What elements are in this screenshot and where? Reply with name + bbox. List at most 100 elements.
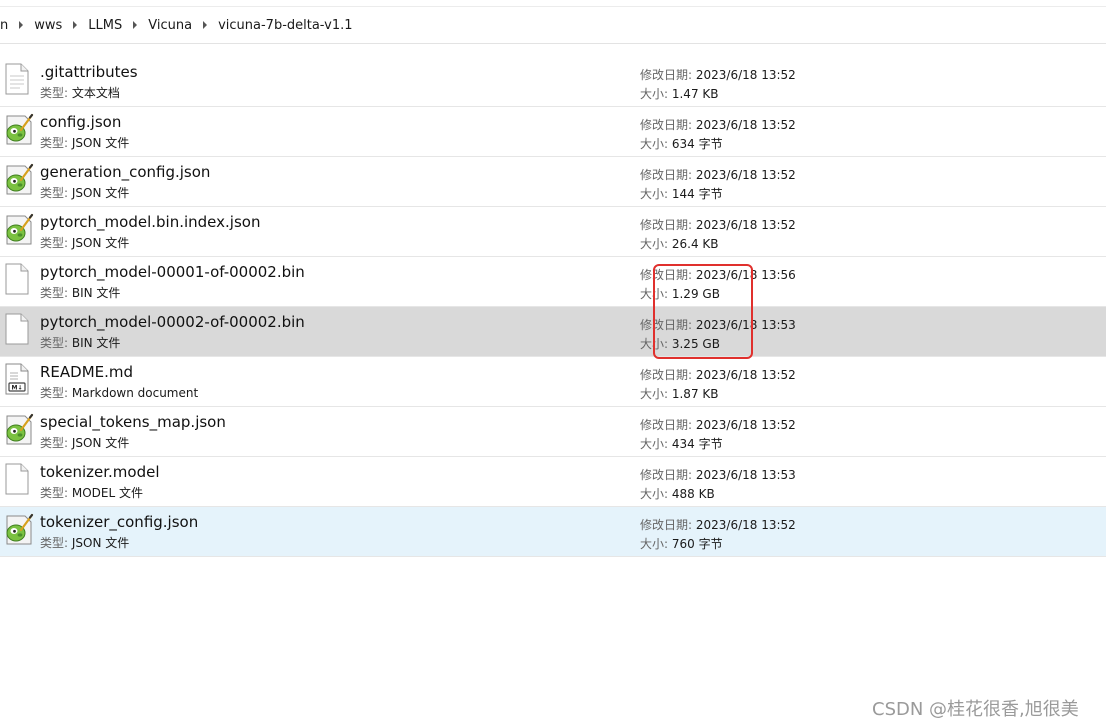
file-row[interactable]: .gitattributes 类型: 文本文档 修改日期: 2023/6/18 13… (0, 57, 1106, 107)
json-notepadpp-icon (4, 213, 34, 245)
file-type-value: JSON 文件 (71, 236, 130, 250)
json-notepadpp-icon (4, 413, 34, 445)
size-value: 1.47 KB (671, 87, 719, 101)
file-explorer-window: n wws LLMS Vicuna vicuna-7b-delta-v1.1 .… (0, 0, 1106, 726)
size-value: 1.87 KB (671, 387, 719, 401)
modified-date-label: 修改日期: (640, 368, 696, 382)
file-name[interactable]: README.md (40, 363, 133, 381)
blank-file-icon (4, 263, 30, 295)
file-name[interactable]: generation_config.json (40, 163, 210, 181)
file-modified-date: 修改日期: 2023/6/18 13:52 (640, 416, 796, 433)
modified-date-value: 2023/6/18 13:52 (695, 168, 796, 182)
markdown-file-icon: M↓ (4, 363, 30, 395)
file-type-label: 类型: (40, 486, 72, 500)
chevron-right-icon[interactable] (203, 21, 208, 29)
file-type-label: 类型: (40, 536, 72, 550)
json-notepadpp-icon (4, 163, 34, 195)
breadcrumb-item-n[interactable]: n (0, 18, 8, 33)
file-type-value: Markdown document (71, 386, 199, 400)
file-type: 类型: JSON 文件 (40, 434, 129, 451)
file-row[interactable]: config.json 类型: JSON 文件 修改日期: 2023/6/18 13… (0, 107, 1106, 157)
file-modified-date: 修改日期: 2023/6/18 13:52 (640, 66, 796, 83)
breadcrumb-item-llms[interactable]: LLMS (88, 18, 122, 33)
file-type-value: 文本文档 (71, 86, 120, 100)
file-name[interactable]: tokenizer.model (40, 463, 159, 481)
file-type-label: 类型: (40, 436, 72, 450)
file-row[interactable]: pytorch_model-00001-of-00002.bin 类型: BIN … (0, 257, 1106, 307)
breadcrumb-item-wws[interactable]: wws (34, 18, 62, 33)
file-row[interactable]: pytorch_model.bin.index.json 类型: JSON 文件 修… (0, 207, 1106, 257)
size-label: 大小: (640, 237, 672, 251)
file-type-label: 类型: (40, 286, 72, 300)
file-type-value: BIN 文件 (71, 336, 121, 350)
modified-date-value: 2023/6/18 13:52 (695, 368, 796, 382)
file-row[interactable]: pytorch_model-00002-of-00002.bin 类型: BIN … (0, 307, 1106, 357)
file-size: 大小: 26.4 KB (640, 235, 719, 252)
file-type-label: 类型: (40, 236, 72, 250)
chevron-right-icon[interactable] (133, 21, 138, 29)
chevron-right-icon[interactable] (19, 21, 24, 29)
svg-text:M↓: M↓ (12, 385, 23, 392)
size-label: 大小: (640, 187, 672, 201)
modified-date-label: 修改日期: (640, 418, 696, 432)
modified-date-value: 2023/6/18 13:52 (695, 518, 796, 532)
file-modified-date: 修改日期: 2023/6/18 13:52 (640, 116, 796, 133)
modified-date-label: 修改日期: (640, 68, 696, 82)
file-type-value: BIN 文件 (71, 286, 121, 300)
file-type: 类型: MODEL 文件 (40, 484, 143, 501)
modified-date-value: 2023/6/18 13:53 (695, 468, 796, 482)
modified-date-label: 修改日期: (640, 168, 696, 182)
file-size: 大小: 144 字节 (640, 185, 723, 202)
file-row[interactable]: special_tokens_map.json 类型: JSON 文件 修改日期: … (0, 407, 1106, 457)
file-type-label: 类型: (40, 186, 72, 200)
file-type-label: 类型: (40, 86, 72, 100)
modified-date-label: 修改日期: (640, 518, 696, 532)
modified-date-value: 2023/6/18 13:52 (695, 218, 796, 232)
blank-file-icon (4, 463, 30, 495)
file-type-label: 类型: (40, 386, 72, 400)
file-name[interactable]: .gitattributes (40, 63, 138, 81)
file-name[interactable]: pytorch_model-00002-of-00002.bin (40, 313, 305, 331)
file-type: 类型: JSON 文件 (40, 534, 129, 551)
file-modified-date: 修改日期: 2023/6/18 13:52 (640, 516, 796, 533)
breadcrumb: n wws LLMS Vicuna vicuna-7b-delta-v1.1 (0, 7, 1106, 44)
csdn-watermark: CSDN @桂花很香,旭很美 (872, 699, 1079, 720)
file-row[interactable]: generation_config.json 类型: JSON 文件 修改日期: 2… (0, 157, 1106, 207)
modified-date-value: 2023/6/18 13:52 (695, 68, 796, 82)
file-size: 大小: 760 字节 (640, 535, 723, 552)
file-modified-date: 修改日期: 2023/6/18 13:52 (640, 216, 796, 233)
file-row[interactable]: M↓ README.md 类型: Markdown document 修改日期: 20… (0, 357, 1106, 407)
size-label: 大小: (640, 537, 672, 551)
file-name[interactable]: pytorch_model.bin.index.json (40, 213, 260, 231)
file-size: 大小: 434 字节 (640, 435, 723, 452)
blank-file-icon (4, 313, 30, 345)
file-type: 类型: JSON 文件 (40, 234, 129, 251)
file-size: 大小: 634 字节 (640, 135, 723, 152)
file-type: 类型: BIN 文件 (40, 334, 120, 351)
file-type: 类型: JSON 文件 (40, 184, 129, 201)
red-highlight-box (653, 264, 753, 359)
json-notepadpp-icon (4, 513, 34, 545)
size-label: 大小: (640, 387, 672, 401)
breadcrumb-item-vicuna[interactable]: Vicuna (148, 18, 192, 33)
file-name[interactable]: tokenizer_config.json (40, 513, 198, 531)
file-type: 类型: Markdown document (40, 384, 198, 401)
file-type-label: 类型: (40, 336, 72, 350)
file-type-value: JSON 文件 (71, 136, 130, 150)
size-value: 634 字节 (671, 137, 723, 151)
file-type: 类型: BIN 文件 (40, 284, 120, 301)
file-name[interactable]: config.json (40, 113, 121, 131)
size-value: 26.4 KB (671, 237, 719, 251)
modified-date-value: 2023/6/18 13:52 (695, 418, 796, 432)
breadcrumb-item-current-folder[interactable]: vicuna-7b-delta-v1.1 (218, 18, 352, 33)
file-type: 类型: JSON 文件 (40, 134, 129, 151)
chevron-right-icon[interactable] (73, 21, 78, 29)
file-row[interactable]: tokenizer_config.json 类型: JSON 文件 修改日期: 20… (0, 507, 1106, 557)
file-name[interactable]: special_tokens_map.json (40, 413, 226, 431)
size-label: 大小: (640, 437, 672, 451)
file-type-value: MODEL 文件 (71, 486, 143, 500)
file-size: 大小: 488 KB (640, 485, 715, 502)
file-row[interactable]: tokenizer.model 类型: MODEL 文件 修改日期: 2023/6/… (0, 457, 1106, 507)
file-name[interactable]: pytorch_model-00001-of-00002.bin (40, 263, 305, 281)
file-modified-date: 修改日期: 2023/6/18 13:53 (640, 466, 796, 483)
